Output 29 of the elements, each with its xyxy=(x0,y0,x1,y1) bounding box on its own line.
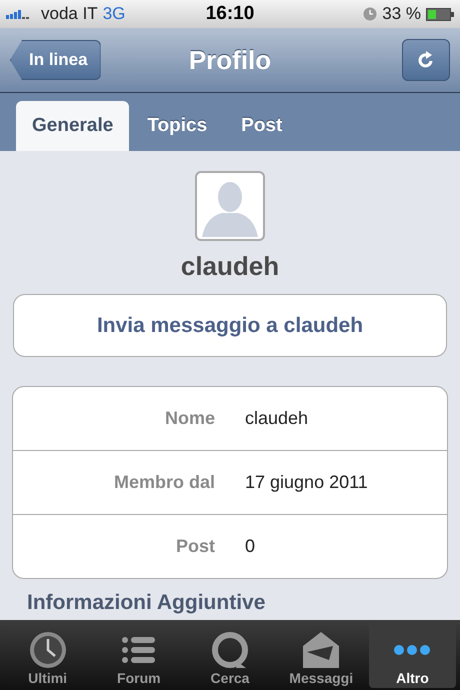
username: claudeh xyxy=(180,251,280,282)
detail-value: 0 xyxy=(245,536,256,557)
network-type: 3G xyxy=(102,4,126,24)
send-message-button[interactable]: Invia messaggio a claudeh xyxy=(13,294,447,357)
back-button[interactable]: In linea xyxy=(10,40,101,80)
detail-label: Post xyxy=(174,536,215,557)
clock-icon xyxy=(28,630,68,670)
segment-tab[interactable]: Post xyxy=(225,101,298,151)
tab-bar-item[interactable]: Cerca xyxy=(186,622,274,688)
refresh-button[interactable] xyxy=(402,39,450,81)
segment-tab[interactable]: Generale xyxy=(16,101,130,151)
battery-percent: 33 % xyxy=(382,4,421,24)
status-time: 16:10 xyxy=(206,3,254,25)
tab-bar-item[interactable]: Ultimi xyxy=(4,622,92,688)
battery-icon xyxy=(426,8,454,20)
search-icon xyxy=(210,630,250,670)
screen-title: Profilo xyxy=(188,44,272,76)
tab-bar-item[interactable]: Forum xyxy=(95,622,182,688)
tab-bar-item[interactable]: Messaggi xyxy=(278,622,365,688)
detail-value: claudeh xyxy=(245,408,308,429)
carrier-name: voda IT xyxy=(41,4,98,24)
envelope-icon xyxy=(301,630,342,670)
clock-icon xyxy=(363,7,378,21)
detail-label: Membro dal xyxy=(112,472,215,493)
segment-tab[interactable]: Topics xyxy=(131,101,224,151)
section-header: Informazioni Aggiuntive xyxy=(27,591,266,615)
detail-label: Nome xyxy=(164,408,215,429)
more-icon xyxy=(394,645,430,655)
detail-value: 17 giugno 2011 xyxy=(245,472,368,493)
